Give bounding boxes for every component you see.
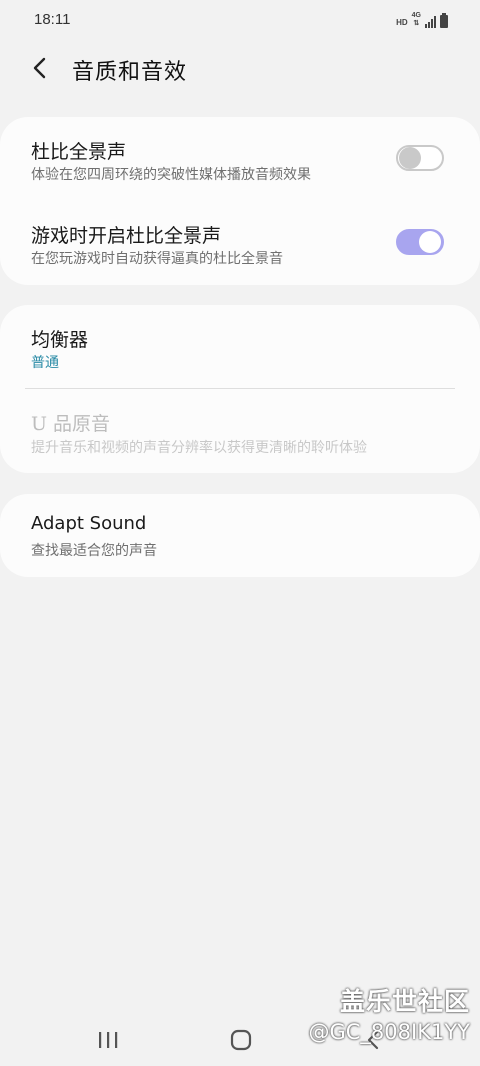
adapt-sound-title: Adapt Sound bbox=[31, 513, 147, 534]
uhq-upscaler-subtitle: 提升音乐和视频的声音分辨率以获得更清晰的聆听体验 bbox=[31, 440, 367, 456]
network-type-label: 4G bbox=[411, 12, 421, 19]
status-icons: HD 4G ⇅ bbox=[396, 12, 448, 28]
recent-apps-button[interactable] bbox=[88, 1026, 128, 1054]
watermark-brand: 盖乐世社区 bbox=[339, 987, 470, 1016]
dolby-atmos-row[interactable]: 杜比全景声 体验在您四周环绕的突破性媒体播放音频效果 bbox=[0, 117, 480, 201]
sound-quality-card: 均衡器 普通 U 品原音 提升音乐和视频的声音分辨率以获得更清晰的聆听体验 bbox=[0, 305, 480, 473]
recent-apps-icon bbox=[99, 1032, 118, 1048]
network-type-icon: 4G ⇅ bbox=[411, 12, 421, 27]
toggle-knob bbox=[419, 231, 441, 253]
battery-icon bbox=[440, 13, 448, 28]
header: 音质和音效 bbox=[0, 44, 480, 92]
equalizer-value: 普通 bbox=[31, 355, 59, 371]
status-time: 18:11 bbox=[34, 11, 71, 28]
equalizer-title: 均衡器 bbox=[31, 329, 89, 351]
game-dolby-toggle[interactable] bbox=[396, 229, 444, 255]
adapt-sound-card: Adapt Sound 查找最适合您的声音 bbox=[0, 494, 480, 577]
dolby-atmos-title: 杜比全景声 bbox=[31, 141, 127, 163]
status-bar: 18:11 HD 4G ⇅ bbox=[0, 0, 480, 40]
toggle-knob bbox=[399, 147, 421, 169]
home-icon bbox=[230, 1029, 252, 1051]
dolby-atmos-subtitle: 体验在您四周环绕的突破性媒体播放音频效果 bbox=[31, 167, 311, 183]
dolby-atmos-toggle[interactable] bbox=[396, 145, 444, 171]
game-dolby-row[interactable]: 游戏时开启杜比全景声 在您玩游戏时自动获得逼真的杜比全景音 bbox=[0, 201, 480, 285]
chevron-left-icon bbox=[33, 57, 46, 79]
dolby-card: 杜比全景声 体验在您四周环绕的突破性媒体播放音频效果 游戏时开启杜比全景声 在您… bbox=[0, 117, 480, 285]
game-dolby-title: 游戏时开启杜比全景声 bbox=[31, 225, 222, 247]
equalizer-row[interactable]: 均衡器 普通 bbox=[0, 305, 480, 388]
back-button[interactable] bbox=[22, 50, 58, 86]
game-dolby-subtitle: 在您玩游戏时自动获得逼真的杜比全景音 bbox=[31, 251, 283, 267]
adapt-sound-row[interactable]: Adapt Sound 查找最适合您的声音 bbox=[0, 494, 480, 577]
signal-icon bbox=[425, 16, 436, 28]
page-title: 音质和音效 bbox=[72, 60, 188, 85]
watermark-user: @GC_808IK1YY bbox=[308, 1020, 471, 1044]
hd-voice-icon: HD bbox=[396, 18, 408, 27]
uhq-upscaler-row: U 品原音 提升音乐和视频的声音分辨率以获得更清晰的聆听体验 bbox=[0, 389, 480, 473]
adapt-sound-subtitle: 查找最适合您的声音 bbox=[31, 543, 157, 559]
uhq-upscaler-title: U 品原音 bbox=[31, 413, 111, 435]
home-button[interactable] bbox=[221, 1026, 261, 1054]
